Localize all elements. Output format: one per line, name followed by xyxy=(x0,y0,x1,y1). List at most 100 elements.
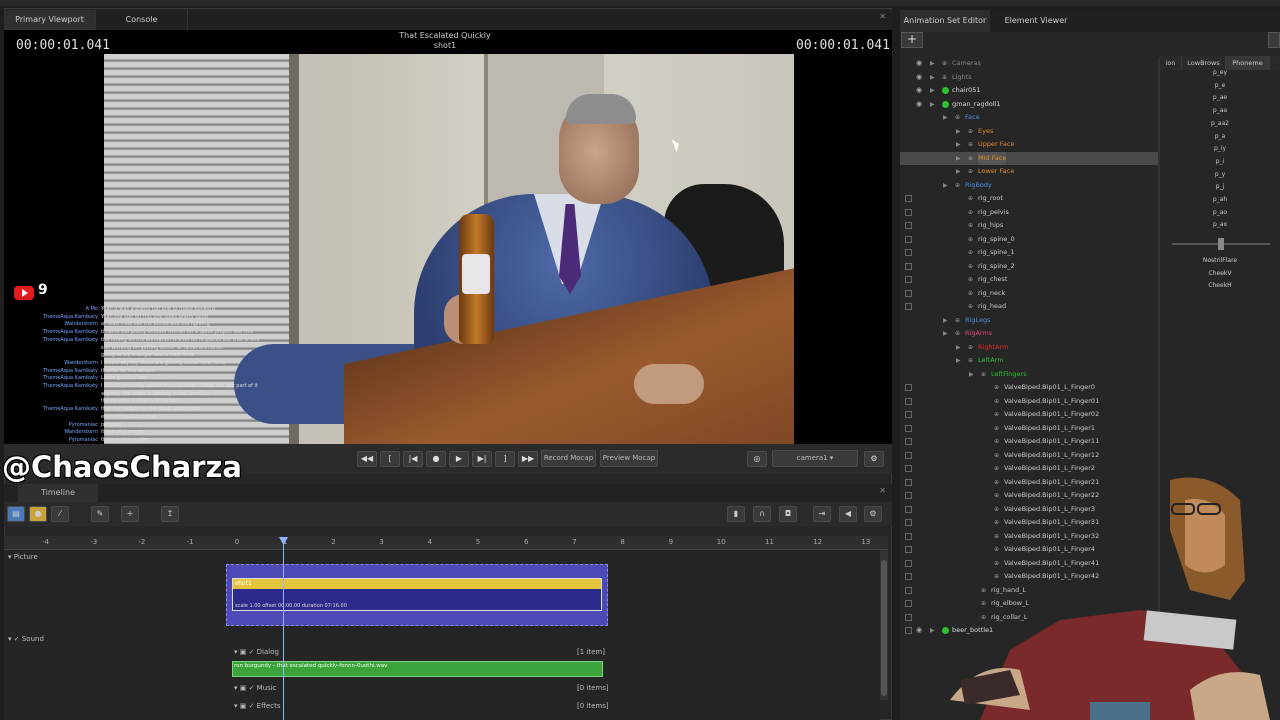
checkbox[interactable] xyxy=(905,627,912,634)
timeline-settings-icon[interactable]: ⚙ xyxy=(864,506,882,522)
tree-item[interactable]: ⊕ ValveBiped.Bip01_L_Finger02 xyxy=(900,408,1158,422)
microphone-icon[interactable]: ▮ xyxy=(727,506,745,522)
tree-item[interactable]: ▶ ⊕ Lower Face xyxy=(900,165,1158,179)
tree-item[interactable]: ⊕ rig_hips xyxy=(900,219,1158,233)
checkbox[interactable] xyxy=(905,424,912,432)
tree-item[interactable]: ⊕ ValveBiped.Bip01_L_Finger11 xyxy=(900,435,1158,449)
checkbox[interactable] xyxy=(905,451,912,459)
phoneme-slider[interactable]: p_ao xyxy=(1195,209,1245,216)
tree-item[interactable]: ⊕ rig_chest xyxy=(900,273,1158,287)
expand-arrow-icon[interactable]: ▶ xyxy=(943,327,948,341)
tree-item[interactable]: ▶ ⊕ Upper Face xyxy=(900,138,1158,152)
tree-item[interactable]: ⊕ rig_pelvis xyxy=(900,206,1158,220)
tree-item[interactable]: ⊕ ValveBiped.Bip01_L_Finger1 xyxy=(900,422,1158,436)
visibility-eye-icon[interactable]: ◉ xyxy=(916,84,922,98)
mark-out-icon[interactable]: ] xyxy=(495,451,515,467)
rewind-icon[interactable]: ◀◀ xyxy=(357,451,377,467)
motion-editor-icon[interactable]: ● xyxy=(29,506,47,522)
checkbox[interactable] xyxy=(905,492,912,499)
time-ruler[interactable]: -4 -3 -2 -1 0 1 2 3 4 5 6 7 8 9 10 11 12 13 xyxy=(4,536,888,550)
step-forward-icon[interactable]: ▶| xyxy=(472,451,492,467)
record-mocap-button[interactable]: Record Mocap xyxy=(541,450,596,467)
tree-item[interactable]: ⊕ rig_spine_0 xyxy=(900,233,1158,247)
checkbox[interactable] xyxy=(905,249,912,256)
dialog-track-label[interactable]: ▾ ▣ ✓ Dialog xyxy=(234,648,279,656)
add-animation-set-button[interactable]: + xyxy=(901,32,923,48)
phoneme-slider[interactable]: p_ax xyxy=(1195,221,1245,228)
checkbox[interactable] xyxy=(905,208,912,216)
effects-track-label[interactable]: ▾ ▣ ✓ Effects xyxy=(234,702,280,710)
face-control-slider[interactable]: CheekV xyxy=(1195,270,1245,277)
magnet-icon[interactable]: ✎ xyxy=(91,506,109,522)
tree-item[interactable]: ⊕ ValveBiped.Bip01_L_Finger01 xyxy=(900,395,1158,409)
tree-item[interactable]: ▶ ⊕ RigLegs xyxy=(900,314,1158,328)
tree-item[interactable]: ⊕ rig_head xyxy=(900,300,1158,314)
tree-item[interactable]: ⊕ rig_spine_2 xyxy=(900,260,1158,274)
checkbox[interactable] xyxy=(905,397,912,405)
phoneme-slider[interactable]: p_iy xyxy=(1195,145,1245,152)
phoneme-slider[interactable]: p_y xyxy=(1195,171,1245,178)
checkbox[interactable] xyxy=(905,586,912,594)
add-track-icon[interactable]: + xyxy=(121,506,139,522)
expand-arrow-icon[interactable]: ▶ xyxy=(969,368,974,382)
phoneme-slider[interactable]: p_j xyxy=(1195,183,1245,190)
checkbox[interactable] xyxy=(905,613,912,621)
visibility-eye-icon[interactable]: ◉ xyxy=(916,98,922,112)
tab-ion[interactable]: ion xyxy=(1160,56,1182,70)
loop-icon[interactable]: ∩ xyxy=(753,506,771,522)
face-control-slider[interactable]: CheekH xyxy=(1195,282,1245,289)
music-track-label[interactable]: ▾ ▣ ✓ Music xyxy=(234,684,277,692)
checkbox[interactable] xyxy=(905,411,912,418)
camera-mode-icon[interactable]: ◎ xyxy=(747,451,767,467)
expand-arrow-icon[interactable]: ▶ xyxy=(930,84,935,98)
expand-arrow-icon[interactable]: ▶ xyxy=(943,111,948,125)
expand-arrow-icon[interactable]: ▶ xyxy=(956,165,961,179)
checkbox[interactable] xyxy=(905,573,912,580)
face-control-slider[interactable]: NostrilFlare xyxy=(1195,257,1245,264)
phoneme-slider[interactable]: p_i xyxy=(1195,158,1245,165)
checkbox[interactable] xyxy=(905,384,912,391)
expand-arrow-icon[interactable]: ▶ xyxy=(943,314,948,328)
checkbox[interactable] xyxy=(905,438,912,445)
lock-icon[interactable]: ◘ xyxy=(779,506,797,522)
tree-item[interactable]: ▶ ⊕ RigBody xyxy=(900,179,1158,193)
visibility-eye-icon[interactable]: ◉ xyxy=(916,624,922,638)
tab-timeline[interactable]: Timeline xyxy=(18,484,98,502)
tree-item[interactable]: ◉ ▶ ⊕ Cameras xyxy=(900,57,1158,71)
tree-item[interactable]: ▶ ⊕ LeftFingers xyxy=(900,368,1158,382)
phoneme-slider[interactable]: p_aa xyxy=(1195,107,1245,114)
expand-arrow-icon[interactable]: ▶ xyxy=(956,354,961,368)
close-timeline-icon[interactable]: ✕ xyxy=(879,486,886,495)
checkbox[interactable] xyxy=(905,276,912,283)
tree-item[interactable]: ⊕ ValveBiped.Bip01_L_Finger0 xyxy=(900,381,1158,395)
checkbox[interactable] xyxy=(905,465,912,472)
expand-arrow-icon[interactable]: ▶ xyxy=(930,71,935,85)
visibility-eye-icon[interactable]: ◉ xyxy=(916,71,922,85)
expand-arrow-icon[interactable]: ▶ xyxy=(930,98,935,112)
tab-animation-set-editor[interactable]: Animation Set Editor xyxy=(900,10,990,32)
graph-editor-icon[interactable]: ⁄ xyxy=(51,506,69,522)
playhead[interactable] xyxy=(283,538,284,720)
tree-item[interactable]: ▶ ⊕ Face xyxy=(900,111,1158,125)
checkbox[interactable] xyxy=(905,559,912,567)
tree-item[interactable]: ▶ ⊕ Eyes xyxy=(900,125,1158,139)
checkbox[interactable] xyxy=(905,478,912,486)
tree-item[interactable]: ◉ ▶ ⊕ Lights xyxy=(900,71,1158,85)
tab-primary-viewport[interactable]: Primary Viewport xyxy=(4,10,96,30)
jump-icon[interactable]: ⇥ xyxy=(813,506,831,522)
checkbox[interactable] xyxy=(905,289,912,297)
checkbox[interactable] xyxy=(905,519,912,526)
mark-in-icon[interactable]: [ xyxy=(380,451,400,467)
checkbox[interactable] xyxy=(905,505,912,513)
insert-icon[interactable]: ↥ xyxy=(161,506,179,522)
record-icon[interactable]: ● xyxy=(426,451,446,467)
expand-arrow-icon[interactable]: ▶ xyxy=(943,179,948,193)
expand-arrow-icon[interactable]: ▶ xyxy=(956,125,961,139)
checkbox[interactable] xyxy=(905,195,912,202)
phoneme-slider[interactable]: p_ae xyxy=(1195,94,1245,101)
volume-icon[interactable]: ◀ xyxy=(839,506,857,522)
checkbox[interactable] xyxy=(905,303,912,310)
balance-slider-knob[interactable] xyxy=(1218,238,1224,250)
expand-arrow-icon[interactable]: ▶ xyxy=(930,624,935,638)
tree-item[interactable]: ⊕ rig_spine_1 xyxy=(900,246,1158,260)
